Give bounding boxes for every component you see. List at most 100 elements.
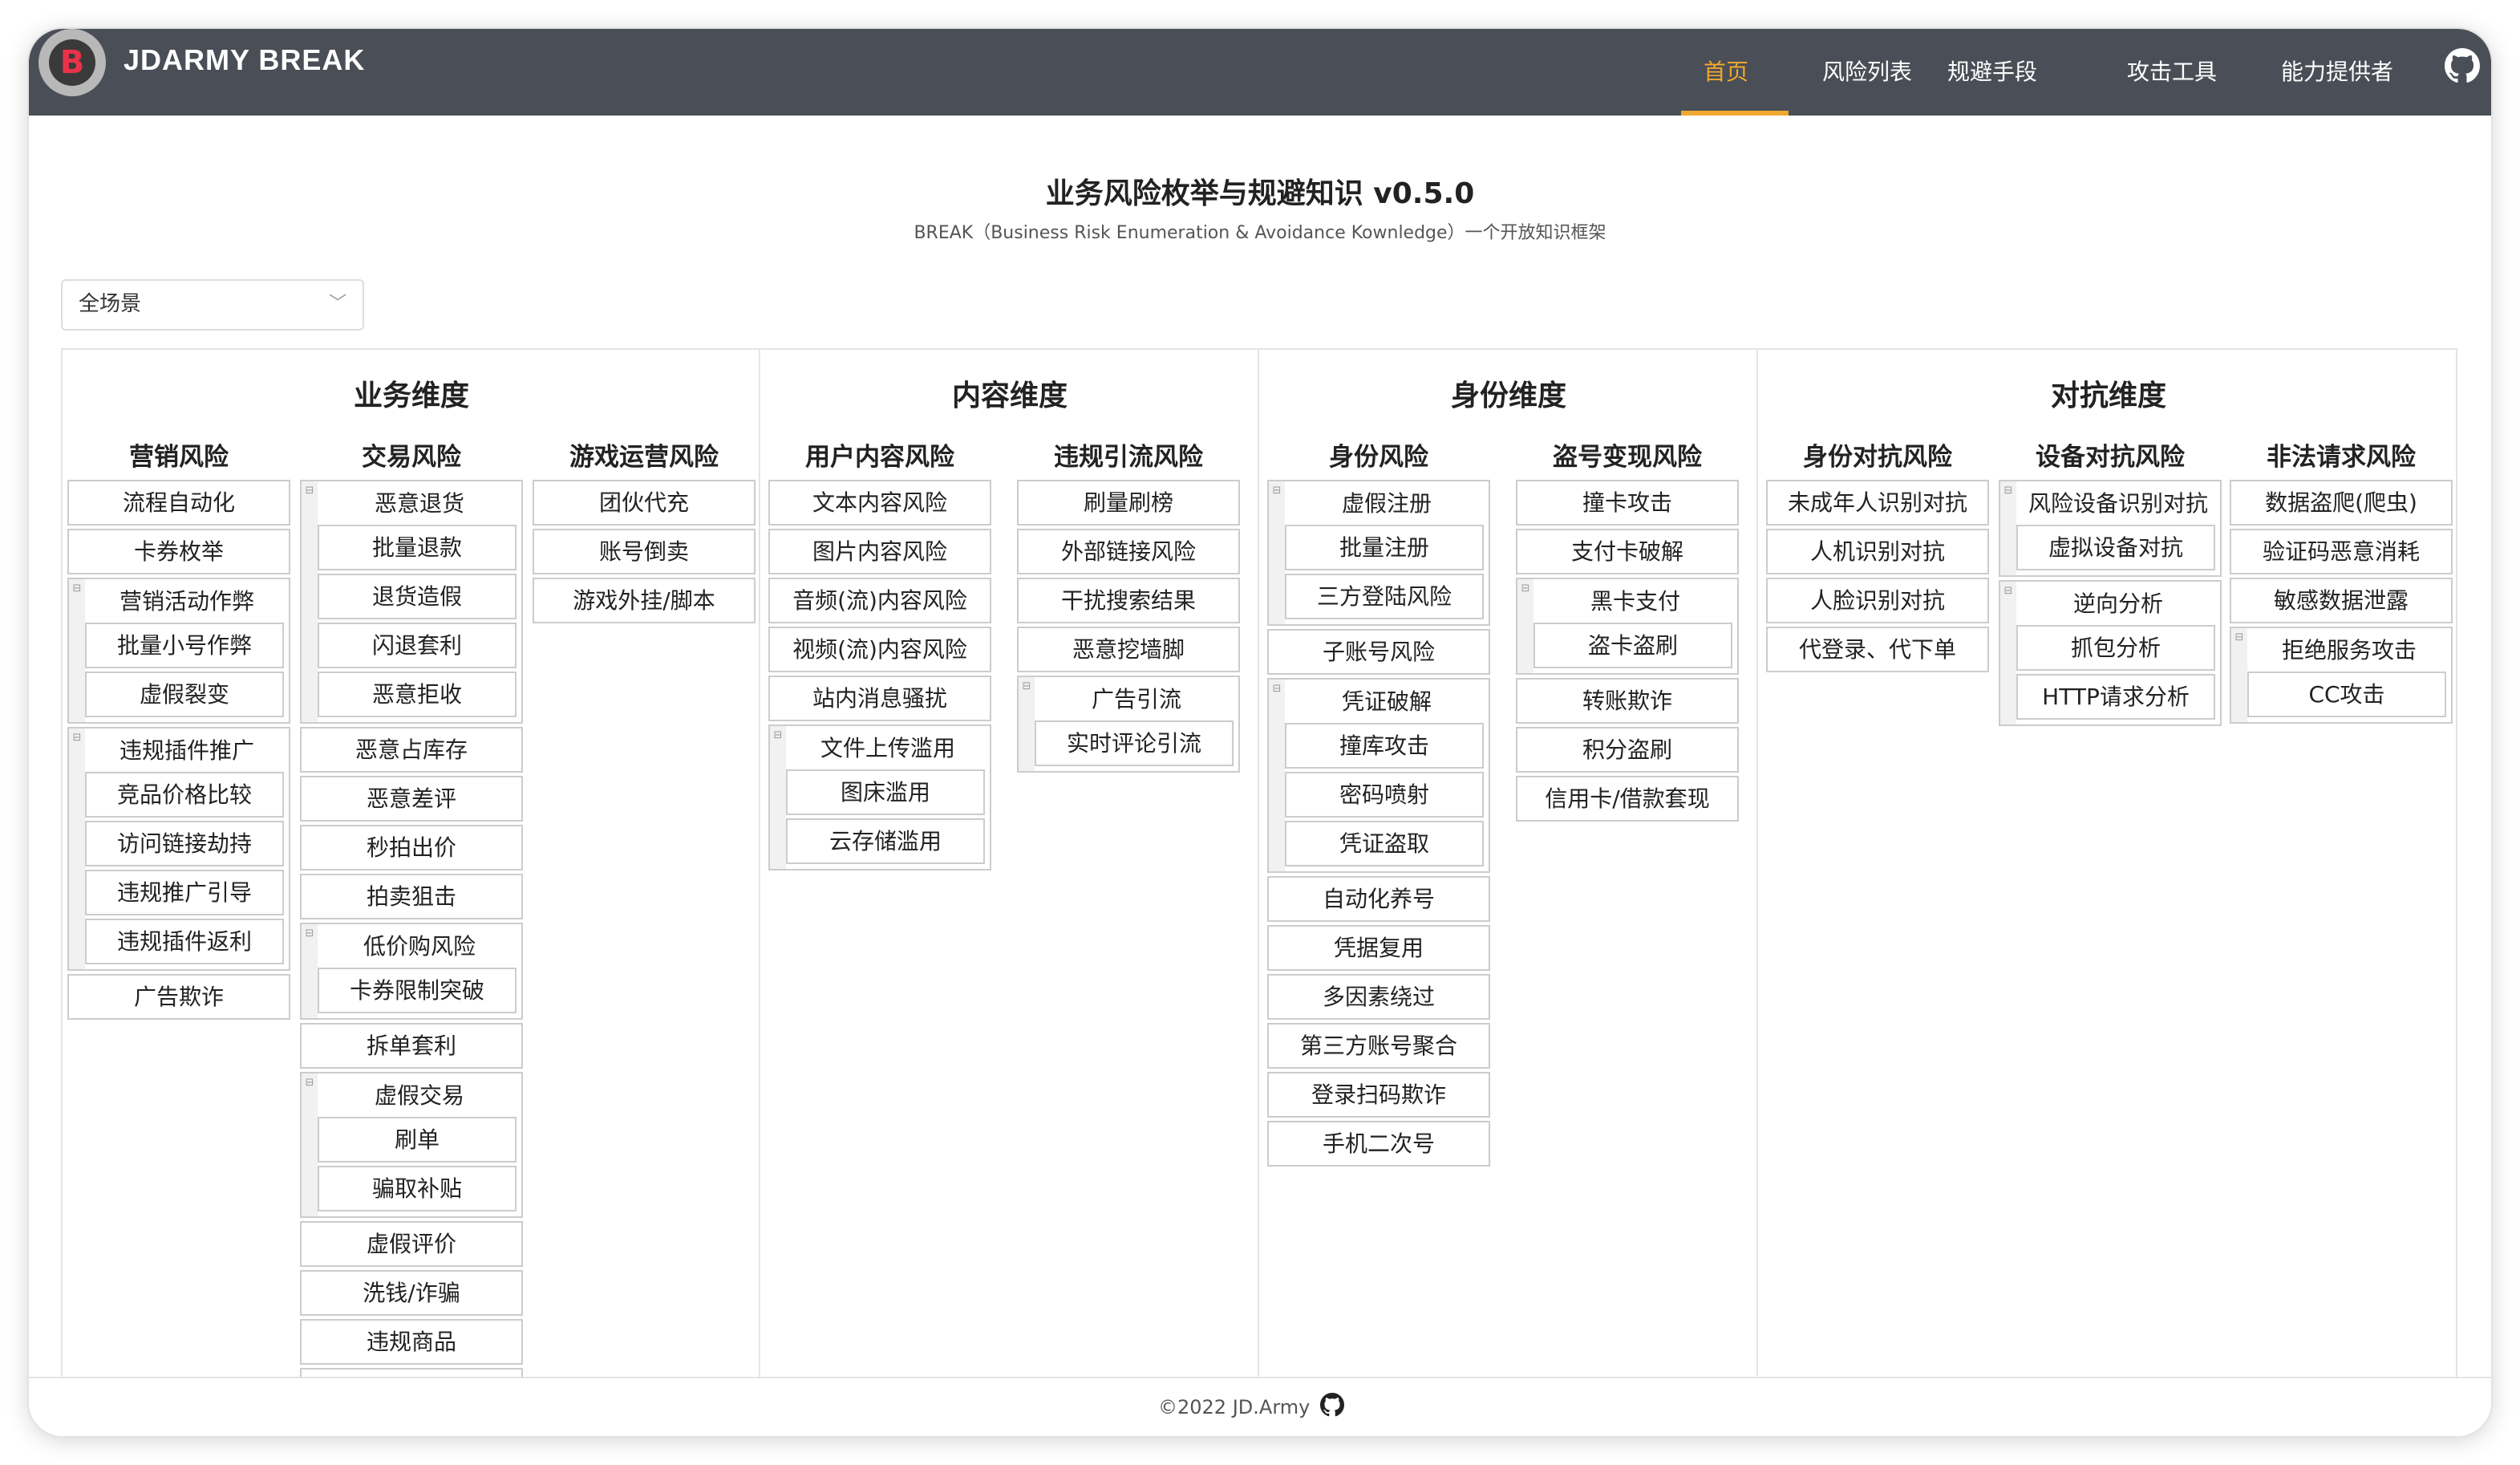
sub-technique[interactable]: 批量退款 bbox=[318, 525, 517, 570]
sub-technique[interactable]: 三方登陆风险 bbox=[1285, 574, 1484, 619]
sub-technique[interactable]: 竞品价格比较 bbox=[85, 772, 284, 818]
technique[interactable]: 违规商品 bbox=[300, 1319, 523, 1365]
sub-technique[interactable]: 虚拟设备对抗 bbox=[2016, 525, 2215, 570]
technique[interactable]: 洗钱/诈骗 bbox=[300, 1270, 523, 1316]
sub-technique[interactable]: 访问链接劫持 bbox=[85, 821, 284, 866]
collapse-icon[interactable]: ⊟ bbox=[2233, 631, 2246, 644]
technique[interactable]: 卡券枚举 bbox=[67, 529, 290, 574]
technique[interactable]: 凭据复用 bbox=[1267, 925, 1490, 971]
technique[interactable]: 多因素绕过 bbox=[1267, 974, 1490, 1020]
sub-technique[interactable]: 凭证盗取 bbox=[1285, 821, 1484, 866]
nav-item-avoidance[interactable]: 规避手段 bbox=[1947, 55, 2037, 87]
technique[interactable]: 团伙代充 bbox=[533, 480, 756, 526]
nav-item-risk-list[interactable]: 风险列表 bbox=[1822, 55, 1912, 87]
sub-technique[interactable]: CC攻击 bbox=[2247, 672, 2446, 717]
technique[interactable]: 流程自动化 bbox=[67, 480, 290, 526]
collapse-icon[interactable]: ⊟ bbox=[303, 927, 316, 940]
technique[interactable]: 撞卡攻击 bbox=[1516, 480, 1739, 526]
column-header: 设备对抗风险 bbox=[2036, 443, 2185, 472]
technique[interactable]: 外部链接风险 bbox=[1017, 529, 1240, 574]
technique[interactable]: 文本内容风险 bbox=[768, 480, 991, 526]
technique[interactable]: 数据盗爬(爬虫) bbox=[2230, 480, 2453, 526]
sub-technique[interactable]: 盗卡盗刷 bbox=[1533, 623, 1732, 668]
sub-technique[interactable]: 退货造假 bbox=[318, 574, 517, 619]
sub-technique[interactable]: 闪退套利 bbox=[318, 623, 517, 668]
nav-item-home[interactable]: 首页 bbox=[1704, 55, 1748, 87]
sub-technique[interactable]: 云存储滥用 bbox=[786, 818, 985, 864]
collapse-icon[interactable]: ⊟ bbox=[1519, 582, 1532, 595]
sub-technique[interactable]: 批量注册 bbox=[1285, 525, 1484, 570]
github-icon[interactable] bbox=[2445, 48, 2480, 83]
risk-matrix: 业务维度 营销风险 流程自动化 卡券枚举 ⊟ 营销活动作弊 批量小号作弊 虚假裂变 ⊟ 违规插件推… bbox=[61, 348, 2457, 1383]
group-strip bbox=[2000, 582, 2016, 724]
technique[interactable]: 支付卡破解 bbox=[1516, 529, 1739, 574]
technique[interactable]: 敏感数据泄露 bbox=[2230, 578, 2453, 623]
sub-technique[interactable]: 恶意拒收 bbox=[318, 672, 517, 717]
sub-technique[interactable]: 卡券限制突破 bbox=[318, 968, 517, 1013]
column-header: 身份对抗风险 bbox=[1803, 443, 1952, 472]
collapse-icon[interactable]: ⊟ bbox=[1020, 680, 1033, 693]
scene-select[interactable]: 全场景 ﹀ bbox=[61, 279, 364, 331]
technique[interactable]: 人脸识别对抗 bbox=[1766, 578, 1989, 623]
github-icon[interactable] bbox=[1320, 1393, 1344, 1417]
technique[interactable]: 代登录、代下单 bbox=[1766, 627, 1989, 672]
technique[interactable]: 干扰搜索结果 bbox=[1017, 578, 1240, 623]
sub-technique[interactable]: 实时评论引流 bbox=[1035, 720, 1234, 766]
technique[interactable]: 积分盗刷 bbox=[1516, 727, 1739, 773]
sub-technique[interactable]: 骗取补贴 bbox=[318, 1166, 517, 1211]
nav-item-attack-tools[interactable]: 攻击工具 bbox=[2127, 55, 2217, 87]
collapse-icon[interactable]: ⊟ bbox=[303, 485, 316, 497]
sub-technique[interactable]: 违规推广引导 bbox=[85, 870, 284, 915]
technique[interactable]: 视频(流)内容风险 bbox=[768, 627, 991, 672]
sub-technique[interactable]: 虚假裂变 bbox=[85, 672, 284, 717]
technique[interactable]: 自动化养号 bbox=[1267, 876, 1490, 922]
technique[interactable]: 登录扫码欺诈 bbox=[1267, 1072, 1490, 1118]
technique[interactable]: 恶意差评 bbox=[300, 776, 523, 822]
collapse-icon[interactable]: ⊟ bbox=[71, 582, 83, 595]
technique[interactable]: 秒拍出价 bbox=[300, 825, 523, 870]
technique[interactable]: 恶意占库存 bbox=[300, 727, 523, 773]
sub-technique[interactable]: 图床滥用 bbox=[786, 769, 985, 815]
technique[interactable]: 子账号风险 bbox=[1267, 629, 1490, 675]
technique[interactable]: 刷量刷榜 bbox=[1017, 480, 1240, 526]
brand-logo[interactable]: B bbox=[38, 29, 106, 96]
sub-technique[interactable]: HTTP请求分析 bbox=[2016, 674, 2215, 720]
technique[interactable]: 第三方账号聚合 bbox=[1267, 1023, 1490, 1069]
technique[interactable]: 转账欺诈 bbox=[1516, 678, 1739, 724]
sub-technique[interactable]: 密码喷射 bbox=[1285, 772, 1484, 818]
technique[interactable]: 音频(流)内容风险 bbox=[768, 578, 991, 623]
technique[interactable]: 广告欺诈 bbox=[67, 974, 290, 1020]
brand-name[interactable]: JDARMY BREAK bbox=[124, 43, 365, 77]
technique[interactable]: 手机二次号 bbox=[1267, 1121, 1490, 1167]
technique[interactable]: 拆单套利 bbox=[300, 1023, 523, 1069]
nav-item-providers[interactable]: 能力提供者 bbox=[2281, 55, 2393, 87]
technique[interactable]: 未成年人识别对抗 bbox=[1766, 480, 1989, 526]
technique[interactable]: 账号倒卖 bbox=[533, 529, 756, 574]
group-strip bbox=[69, 579, 85, 722]
sub-technique[interactable]: 批量小号作弊 bbox=[85, 623, 284, 668]
chevron-down-icon: ﹀ bbox=[328, 294, 346, 314]
technique[interactable]: 验证码恶意消耗 bbox=[2230, 529, 2453, 574]
sub-technique[interactable]: 抓包分析 bbox=[2016, 625, 2215, 671]
collapse-icon[interactable]: ⊟ bbox=[2002, 585, 2015, 598]
technique-label: 违规插件推广 bbox=[119, 737, 254, 764]
technique[interactable]: 图片内容风险 bbox=[768, 529, 991, 574]
group-strip bbox=[302, 481, 318, 722]
collapse-icon[interactable]: ⊟ bbox=[772, 729, 784, 742]
sub-technique[interactable]: 撞库攻击 bbox=[1285, 723, 1484, 769]
sub-technique[interactable]: 违规插件返利 bbox=[85, 919, 284, 964]
sub-technique[interactable]: 刷单 bbox=[318, 1117, 517, 1163]
collapse-icon[interactable]: ⊟ bbox=[1270, 683, 1283, 696]
technique[interactable]: 虚假评价 bbox=[300, 1221, 523, 1267]
collapse-icon[interactable]: ⊟ bbox=[1270, 485, 1283, 497]
technique[interactable]: 游戏外挂/脚本 bbox=[533, 578, 756, 623]
technique[interactable]: 恶意挖墙脚 bbox=[1017, 627, 1240, 672]
technique[interactable]: 拍卖狙击 bbox=[300, 874, 523, 919]
collapse-icon[interactable]: ⊟ bbox=[2002, 485, 2015, 497]
technique[interactable]: 站内消息骚扰 bbox=[768, 676, 991, 721]
technique[interactable]: 信用卡/借款套现 bbox=[1516, 776, 1739, 822]
technique-label: 拒绝服务攻击 bbox=[2281, 637, 2417, 664]
collapse-icon[interactable]: ⊟ bbox=[303, 1077, 316, 1090]
technique[interactable]: 人机识别对抗 bbox=[1766, 529, 1989, 574]
collapse-icon[interactable]: ⊟ bbox=[71, 732, 83, 745]
